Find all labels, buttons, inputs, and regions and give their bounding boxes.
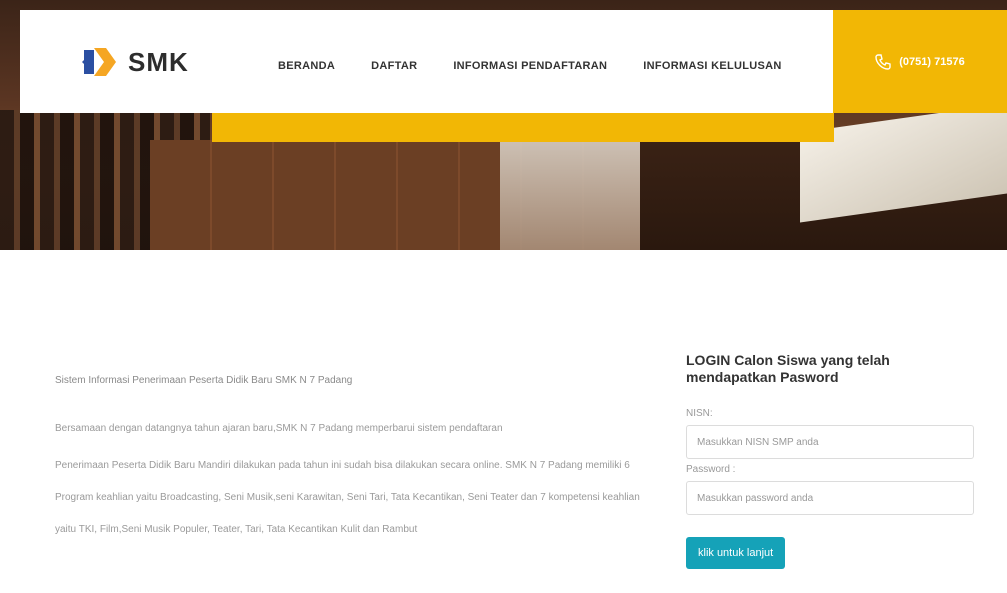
- window-image: [500, 140, 640, 250]
- logo-text: SMK: [128, 46, 189, 77]
- password-input[interactable]: [686, 481, 974, 515]
- navbar: SMK BERANDA DAFTAR INFORMASI PENDAFTARAN…: [20, 10, 833, 113]
- phone-number: (0751) 71576: [899, 55, 965, 68]
- intro-title: Sistem Informasi Penerimaan Peserta Didi…: [55, 375, 353, 386]
- login-form: LOGIN Calon Siswa yang telah mendapatkan…: [686, 352, 976, 569]
- intro-paragraph-2: Penerimaan Peserta Didik Baru Mandiri di…: [55, 460, 640, 535]
- main-menu: BERANDA DAFTAR INFORMASI PENDAFTARAN INF…: [278, 60, 818, 72]
- nav-beranda[interactable]: BERANDA: [278, 60, 335, 72]
- logo-icon: [82, 48, 116, 76]
- intro-paragraph-1: Bersamaan dengan datangnya tahun ajaran …: [55, 423, 503, 434]
- nisn-label: NISN:: [686, 408, 713, 419]
- logo[interactable]: SMK: [80, 44, 189, 80]
- submit-button[interactable]: klik untuk lanjut: [686, 537, 786, 569]
- intro-section: Sistem Informasi Penerimaan Peserta Didi…: [55, 375, 655, 566]
- phone-contact[interactable]: (0751) 71576: [833, 10, 1007, 113]
- nav-daftar[interactable]: DAFTAR: [371, 60, 417, 72]
- nav-informasi-pendaftaran[interactable]: INFORMASI PENDAFTARAN: [453, 60, 607, 72]
- accent-strip: [212, 112, 834, 142]
- login-heading: LOGIN Calon Siswa yang telah mendapatkan…: [686, 352, 890, 385]
- nav-informasi-kelulusan[interactable]: INFORMASI KELULUSAN: [643, 60, 781, 72]
- phone-icon: [875, 53, 891, 70]
- nisn-input[interactable]: [686, 425, 974, 459]
- password-label: Password :: [686, 464, 736, 475]
